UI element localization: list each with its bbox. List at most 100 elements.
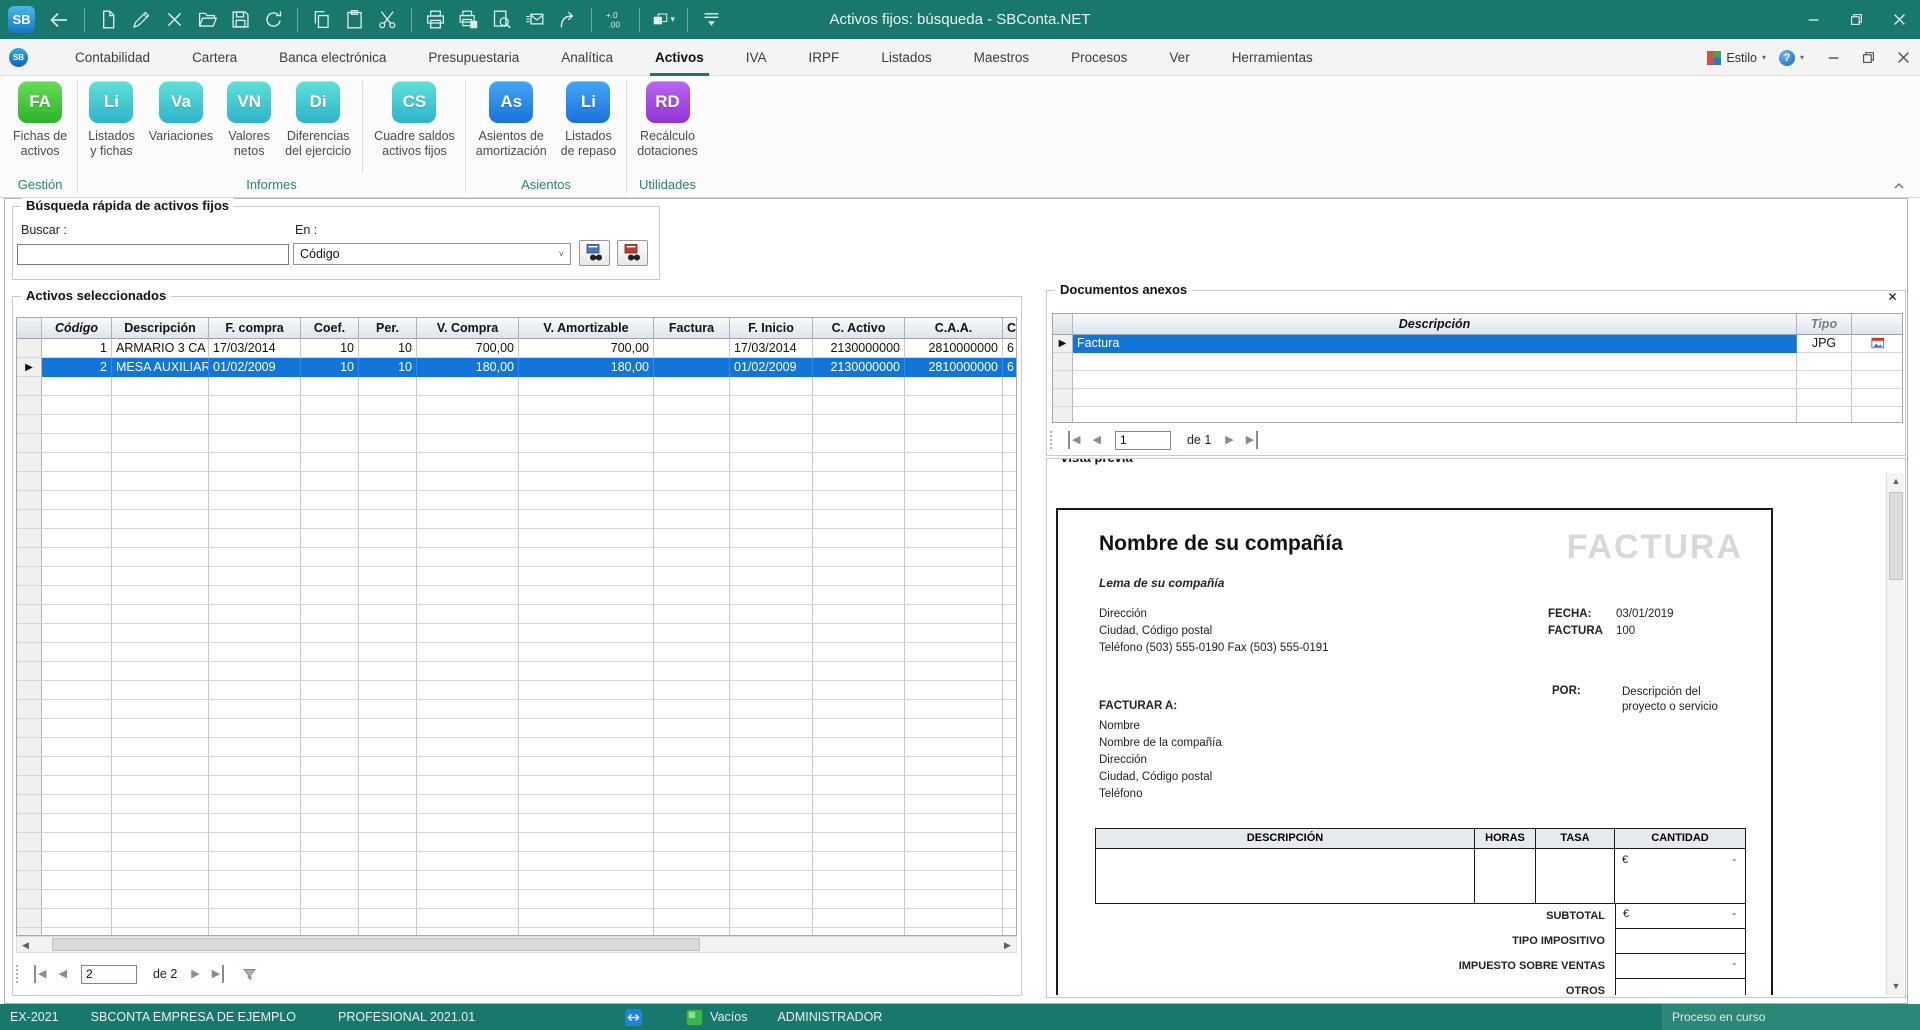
row-selector-cell[interactable]: [17, 624, 42, 643]
grid-cell[interactable]: [654, 871, 730, 890]
grid-cell[interactable]: [1003, 890, 1017, 909]
row-selector-cell[interactable]: [17, 738, 42, 757]
grid-cell[interactable]: [359, 434, 417, 453]
grid-cell[interactable]: [519, 377, 654, 396]
menu-presupuestaria[interactable]: Presupuestaria: [407, 39, 540, 76]
grid-cell[interactable]: [905, 548, 1003, 567]
grid-cell[interactable]: [417, 852, 519, 871]
grid-cell[interactable]: [654, 624, 730, 643]
grid-cell[interactable]: [301, 757, 359, 776]
grid-cell[interactable]: [209, 586, 301, 605]
grid-cell[interactable]: [301, 909, 359, 928]
grid-cell[interactable]: [209, 776, 301, 795]
grid-cell[interactable]: [417, 700, 519, 719]
grid-cell[interactable]: [730, 719, 813, 738]
page-number-input[interactable]: [81, 965, 137, 984]
grid-cell[interactable]: [654, 453, 730, 472]
grid-cell[interactable]: [730, 377, 813, 396]
row-selector-cell[interactable]: [17, 643, 42, 662]
grid-cell[interactable]: [1003, 377, 1017, 396]
grid-cell[interactable]: [301, 814, 359, 833]
row-selector-cell[interactable]: [17, 871, 42, 890]
grid-cell[interactable]: [209, 928, 301, 936]
grid-cell[interactable]: [905, 510, 1003, 529]
grid-cell[interactable]: [730, 510, 813, 529]
grid-cell[interactable]: [301, 719, 359, 738]
grid-cell[interactable]: [730, 624, 813, 643]
grid-cell[interactable]: [359, 662, 417, 681]
grid-cell[interactable]: [1797, 389, 1852, 407]
grid-cell[interactable]: 700,00: [417, 339, 519, 358]
grid-cell[interactable]: [813, 681, 905, 700]
grid-cell[interactable]: [1003, 757, 1017, 776]
grid-cell[interactable]: [301, 377, 359, 396]
grid-cell[interactable]: [1003, 472, 1017, 491]
grid-cell[interactable]: [42, 738, 112, 757]
grid-cell[interactable]: [519, 776, 654, 795]
grid-cell[interactable]: [813, 453, 905, 472]
document-icon-cell[interactable]: [1852, 407, 1903, 423]
grid-cell[interactable]: [519, 852, 654, 871]
grid-cell[interactable]: [301, 700, 359, 719]
grid-cell[interactable]: [905, 491, 1003, 510]
grid-cell[interactable]: [519, 795, 654, 814]
grid-cell[interactable]: [301, 567, 359, 586]
grid-cell[interactable]: [813, 776, 905, 795]
grid-cell[interactable]: [417, 453, 519, 472]
row-selector-cell[interactable]: [17, 795, 42, 814]
row-selector-header[interactable]: [17, 318, 42, 339]
menu-irpf[interactable]: IRPF: [788, 39, 861, 76]
first-page-button[interactable]: ◀: [34, 965, 46, 983]
grid-cell[interactable]: [730, 662, 813, 681]
grid-cell[interactable]: [1073, 389, 1797, 407]
grid-cell[interactable]: [1003, 434, 1017, 453]
column-header[interactable]: V. Compra: [417, 318, 519, 339]
grid-cell[interactable]: [112, 624, 209, 643]
grid-cell[interactable]: [209, 738, 301, 757]
print-icon[interactable]: [424, 8, 447, 31]
paste-icon[interactable]: [343, 8, 366, 31]
grid-cell[interactable]: [42, 909, 112, 928]
column-header[interactable]: Código: [42, 318, 112, 339]
table-row[interactable]: [17, 814, 1016, 833]
row-selector-cell[interactable]: [17, 567, 42, 586]
grid-cell[interactable]: [301, 415, 359, 434]
grid-cell[interactable]: [905, 434, 1003, 453]
grid-cell[interactable]: [905, 890, 1003, 909]
grid-cell[interactable]: [112, 795, 209, 814]
grid-cell[interactable]: [112, 415, 209, 434]
grid-cell[interactable]: [730, 928, 813, 936]
grid-cell[interactable]: [905, 415, 1003, 434]
grid-cell[interactable]: [905, 624, 1003, 643]
grid-cell[interactable]: [813, 624, 905, 643]
grid-cell[interactable]: [359, 928, 417, 936]
grid-cell[interactable]: [42, 643, 112, 662]
grid-cell[interactable]: [654, 643, 730, 662]
grid-cell[interactable]: [813, 814, 905, 833]
grid-cell[interactable]: [301, 643, 359, 662]
grid-cell[interactable]: [730, 491, 813, 510]
grid-cell[interactable]: [905, 776, 1003, 795]
grid-cell[interactable]: [112, 681, 209, 700]
table-row[interactable]: [17, 567, 1016, 586]
column-header[interactable]: Per.: [359, 318, 417, 339]
grid-cell[interactable]: [209, 662, 301, 681]
grid-cell[interactable]: [813, 377, 905, 396]
grid-cell[interactable]: [417, 814, 519, 833]
next-page-button[interactable]: ▶: [191, 965, 199, 983]
grid-cell[interactable]: [359, 719, 417, 738]
ribbon-button-asientos-de-amortización[interactable]: AsAsientos deamortización: [469, 81, 554, 159]
grid-cell[interactable]: [359, 624, 417, 643]
panels-icon[interactable]: [700, 8, 723, 31]
grid-cell[interactable]: [519, 434, 654, 453]
scroll-left-icon[interactable]: ◀: [17, 937, 34, 952]
column-header[interactable]: C: [1003, 318, 1017, 339]
grid-cell[interactable]: [1073, 353, 1797, 371]
table-row[interactable]: [17, 510, 1016, 529]
grid-cell[interactable]: [359, 396, 417, 415]
remote-support-icon[interactable]: [625, 1009, 642, 1026]
table-row[interactable]: [17, 548, 1016, 567]
grid-cell[interactable]: [813, 510, 905, 529]
grid-cell[interactable]: [359, 567, 417, 586]
menu-maestros[interactable]: Maestros: [953, 39, 1051, 76]
